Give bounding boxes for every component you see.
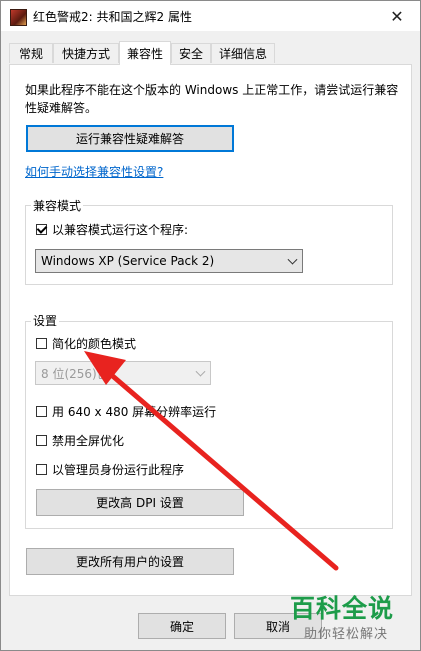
fullscreen-opt-row[interactable]: 禁用全屏优化 [36, 432, 124, 449]
settings-group-label: 设置 [31, 312, 60, 329]
tab-strip: 常规 快捷方式 兼容性 安全 详细信息 [1, 41, 420, 65]
compat-mode-group-label: 兼容模式 [31, 197, 84, 214]
res-640-label: 用 640 x 480 屏幕分辨率运行 [52, 405, 217, 419]
tab-security[interactable]: 安全 [171, 43, 211, 63]
run-troubleshooter-button[interactable]: 运行兼容性疑难解答 [26, 125, 234, 152]
admin-row[interactable]: 以管理员身份运行此程序 [36, 461, 184, 478]
reduced-color-row[interactable]: 简化的颜色模式 [36, 335, 136, 352]
ok-button[interactable]: 确定 [138, 613, 226, 639]
fullscreen-opt-checkbox[interactable] [36, 435, 47, 446]
reduced-color-label: 简化的颜色模式 [52, 337, 137, 351]
properties-window: 红色警戒2: 共和国之辉2 属性 ✕ 常规 快捷方式 兼容性 安全 详细信息 如… [0, 0, 421, 651]
app-icon [10, 9, 27, 26]
tab-general[interactable]: 常规 [9, 43, 53, 63]
chevron-down-icon [287, 254, 298, 265]
chevron-down-icon [195, 366, 206, 377]
res-640-row[interactable]: 用 640 x 480 屏幕分辨率运行 [36, 403, 216, 420]
color-depth-selected: 8 位(256)色 [41, 366, 109, 381]
tab-compatibility[interactable]: 兼容性 [119, 41, 171, 65]
watermark: 百科全说 助你轻松解决 [290, 589, 420, 651]
tab-shortcut[interactable]: 快捷方式 [53, 43, 119, 63]
os-version-selected: Windows XP (Service Pack 2) [41, 254, 215, 268]
close-button[interactable]: ✕ [374, 1, 420, 31]
compat-mode-checkbox-row[interactable]: 以兼容模式运行这个程序: [36, 221, 188, 238]
compat-mode-checkbox-label: 以兼容模式运行这个程序: [52, 223, 189, 237]
color-depth-select: 8 位(256)色 [35, 361, 211, 385]
admin-label: 以管理员身份运行此程序 [52, 463, 185, 477]
watermark-slogan: 助你轻松解决 [304, 627, 389, 642]
fullscreen-opt-label: 禁用全屏优化 [52, 434, 125, 448]
compat-mode-group [25, 205, 393, 285]
compat-mode-checkbox[interactable] [36, 224, 47, 235]
intro-text: 如果此程序不能在这个版本的 Windows 上正常工作，请尝试运行兼容性疑难解答… [25, 83, 399, 115]
res-640-checkbox[interactable] [36, 406, 47, 417]
reduced-color-checkbox[interactable] [36, 338, 47, 349]
window-title: 红色警戒2: 共和国之辉2 属性 [33, 10, 192, 24]
os-version-select[interactable]: Windows XP (Service Pack 2) [35, 249, 303, 273]
admin-checkbox[interactable] [36, 464, 47, 475]
title-bar: 红色警戒2: 共和国之辉2 属性 ✕ [1, 1, 420, 31]
tab-details[interactable]: 详细信息 [211, 43, 275, 63]
change-all-users-button[interactable]: 更改所有用户的设置 [26, 548, 234, 575]
watermark-logo-text: 百科全说 [290, 594, 395, 623]
change-dpi-button[interactable]: 更改高 DPI 设置 [36, 489, 244, 516]
manual-settings-link[interactable]: 如何手动选择兼容性设置? [25, 163, 163, 180]
